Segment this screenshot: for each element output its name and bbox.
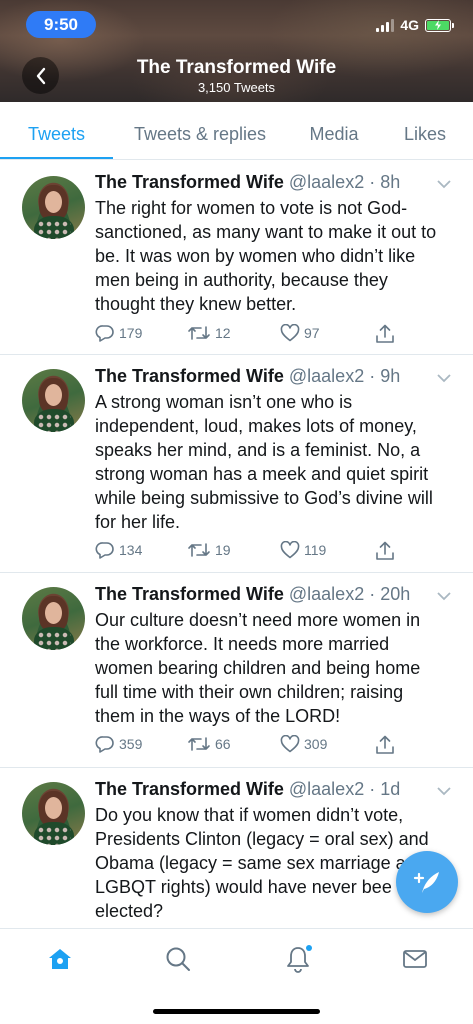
share-icon	[376, 541, 394, 560]
reply-button[interactable]: 359	[95, 735, 142, 753]
retweet-count: 19	[215, 542, 231, 558]
like-count: 119	[304, 542, 327, 558]
share-button[interactable]	[375, 735, 395, 755]
tweet-text: The right for women to vote is not God- …	[95, 198, 437, 314]
profile-name-title: The Transformed Wife	[136, 57, 337, 78]
share-button[interactable]	[375, 541, 395, 561]
share-button[interactable]	[375, 324, 395, 344]
nav-search[interactable]	[164, 945, 192, 973]
search-icon	[166, 947, 190, 971]
chevron-down-icon[interactable]	[437, 592, 451, 601]
tweet-actions: 179 12 97	[95, 324, 405, 344]
share-icon	[376, 324, 394, 343]
retweet-button[interactable]: 66	[187, 735, 231, 753]
heart-icon	[280, 324, 300, 342]
tab-likes[interactable]: Likes	[392, 102, 458, 160]
tweet[interactable]: The Transformed Wife @laalex2 · 1d Do yo…	[0, 768, 473, 928]
retweet-icon	[188, 326, 210, 340]
avatar[interactable]	[22, 587, 85, 650]
reply-count: 359	[119, 736, 143, 752]
reply-button[interactable]: 179	[95, 324, 142, 342]
nav-messages[interactable]	[401, 945, 429, 973]
mail-icon	[403, 950, 427, 968]
tweet-header: The Transformed Wife @laalex2 · 20h	[95, 584, 410, 605]
like-count: 309	[304, 736, 328, 752]
nav-notifications[interactable]	[284, 945, 312, 973]
profile-header: 9:50 4G The Transformed Wife 3,150 Tweet…	[0, 0, 473, 102]
avatar[interactable]	[22, 369, 85, 432]
author-name[interactable]: The Transformed Wife	[95, 172, 284, 192]
heart-icon	[280, 735, 300, 753]
battery-icon	[425, 18, 454, 32]
signal-icon	[376, 18, 395, 32]
author-handle-time: @laalex2 · 9h	[288, 366, 401, 386]
heart-icon	[280, 541, 300, 559]
like-button[interactable]: 97	[280, 324, 320, 342]
home-indicator	[153, 1009, 320, 1014]
share-icon	[376, 735, 394, 754]
author-handle-time: @laalex2 · 20h	[288, 584, 411, 604]
like-button[interactable]: 119	[280, 541, 326, 559]
tweet-header: The Transformed Wife @laalex2 · 8h	[95, 172, 400, 193]
retweet-button[interactable]: 12	[187, 324, 231, 342]
like-button[interactable]: 309	[280, 735, 327, 753]
author-name[interactable]: The Transformed Wife	[95, 366, 284, 386]
tab-tweets-and-replies[interactable]: Tweets & replies	[120, 102, 280, 160]
notification-dot	[306, 945, 312, 951]
reply-button[interactable]: 134	[95, 541, 142, 559]
author-handle-time: @laalex2 · 8h	[288, 172, 401, 192]
reply-count: 179	[119, 325, 143, 341]
active-tab-indicator	[0, 157, 113, 159]
tweet-header: The Transformed Wife @laalex2 · 1d	[95, 779, 400, 800]
retweet-button[interactable]: 19	[187, 541, 231, 559]
chevron-down-icon[interactable]	[437, 787, 451, 796]
tweet-text: Our culture doesn’t need more women in t…	[95, 610, 421, 726]
author-name[interactable]: The Transformed Wife	[95, 584, 284, 604]
avatar[interactable]	[22, 176, 85, 239]
author-handle-time: @laalex2 · 1d	[288, 779, 401, 799]
retweet-icon	[188, 737, 210, 751]
like-count: 97	[304, 325, 320, 341]
nav-home[interactable]	[46, 945, 74, 973]
tweet[interactable]: The Transformed Wife @laalex2 · 20h Our …	[0, 573, 473, 768]
tweet-text: A strong woman isn’t one who is independ…	[95, 392, 433, 532]
reply-icon	[95, 542, 114, 559]
reply-icon	[95, 736, 114, 753]
profile-tabs: Tweets Tweets & replies Media Likes	[0, 102, 473, 160]
compose-tweet-button[interactable]	[396, 851, 458, 913]
tweet-count: 3,150 Tweets	[197, 80, 276, 95]
network-label: 4G	[400, 17, 419, 33]
status-indicators: 4G	[376, 16, 454, 34]
tweet-header: The Transformed Wife @laalex2 · 9h	[95, 366, 400, 387]
chevron-down-icon[interactable]	[437, 180, 451, 189]
compose-tweet-icon	[413, 872, 439, 893]
tab-media[interactable]: Media	[296, 102, 372, 160]
status-time: 9:50	[26, 11, 96, 38]
tweet[interactable]: The Transformed Wife @laalex2 · 8h The r…	[0, 160, 473, 355]
retweet-icon	[188, 543, 210, 557]
avatar[interactable]	[22, 782, 85, 845]
retweet-count: 66	[215, 736, 231, 752]
tab-tweets[interactable]: Tweets	[0, 102, 113, 160]
author-name[interactable]: The Transformed Wife	[95, 779, 284, 799]
tweet-actions: 359 66 309	[95, 735, 405, 755]
tweet[interactable]: The Transformed Wife @laalex2 · 9h A str…	[0, 355, 473, 573]
reply-icon	[95, 325, 114, 342]
reply-count: 134	[119, 542, 143, 558]
chevron-down-icon[interactable]	[437, 374, 451, 383]
home-icon	[49, 949, 71, 969]
retweet-count: 12	[215, 325, 231, 341]
tweet-actions: 134 19 119	[95, 541, 405, 561]
